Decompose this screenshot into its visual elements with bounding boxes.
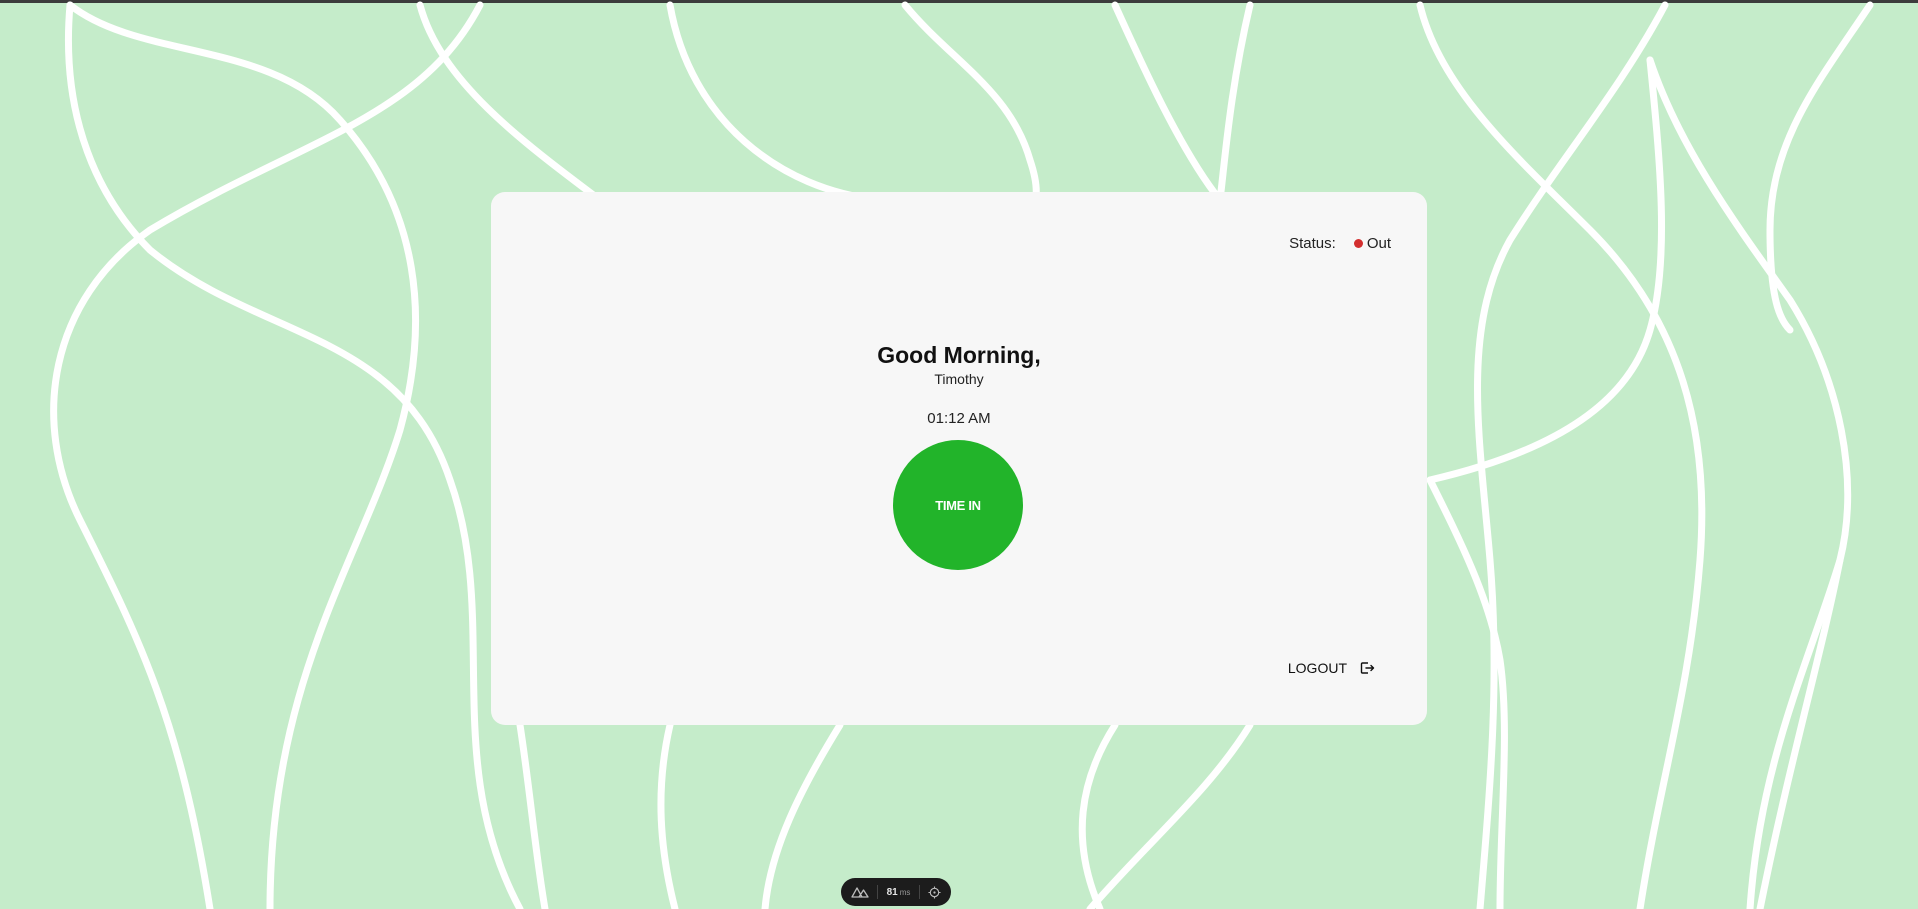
logout-label: LOGOUT (1287, 660, 1347, 676)
crosshair-icon[interactable] (928, 885, 941, 899)
toolbar-divider (918, 885, 920, 899)
logout-icon (1360, 662, 1375, 674)
current-time: 01:12 AM (927, 410, 991, 427)
status-value: Out (1366, 235, 1391, 252)
render-time-metric[interactable]: 81 ms (887, 887, 911, 898)
nuxt-logo-icon[interactable] (851, 886, 869, 898)
status-dot-icon (1353, 239, 1363, 248)
greeting-title: Good Morning, (877, 342, 1041, 368)
time-in-label: TIME IN (935, 497, 981, 513)
dev-toolbar[interactable]: 81 ms (841, 878, 951, 906)
toolbar-divider (877, 885, 879, 899)
logout-button[interactable]: LOGOUT (1288, 660, 1375, 676)
time-in-button[interactable]: TIME IN (893, 440, 1023, 570)
status-indicator: Status: Out (1289, 235, 1391, 252)
time-clock-card: Status: Out Good Morning, Timothy 01:12 … (491, 192, 1427, 725)
render-time-unit: ms (899, 887, 911, 897)
render-time-value: 81 (886, 886, 898, 898)
user-name: Timothy (934, 371, 984, 387)
status-label: Status: (1289, 235, 1336, 252)
